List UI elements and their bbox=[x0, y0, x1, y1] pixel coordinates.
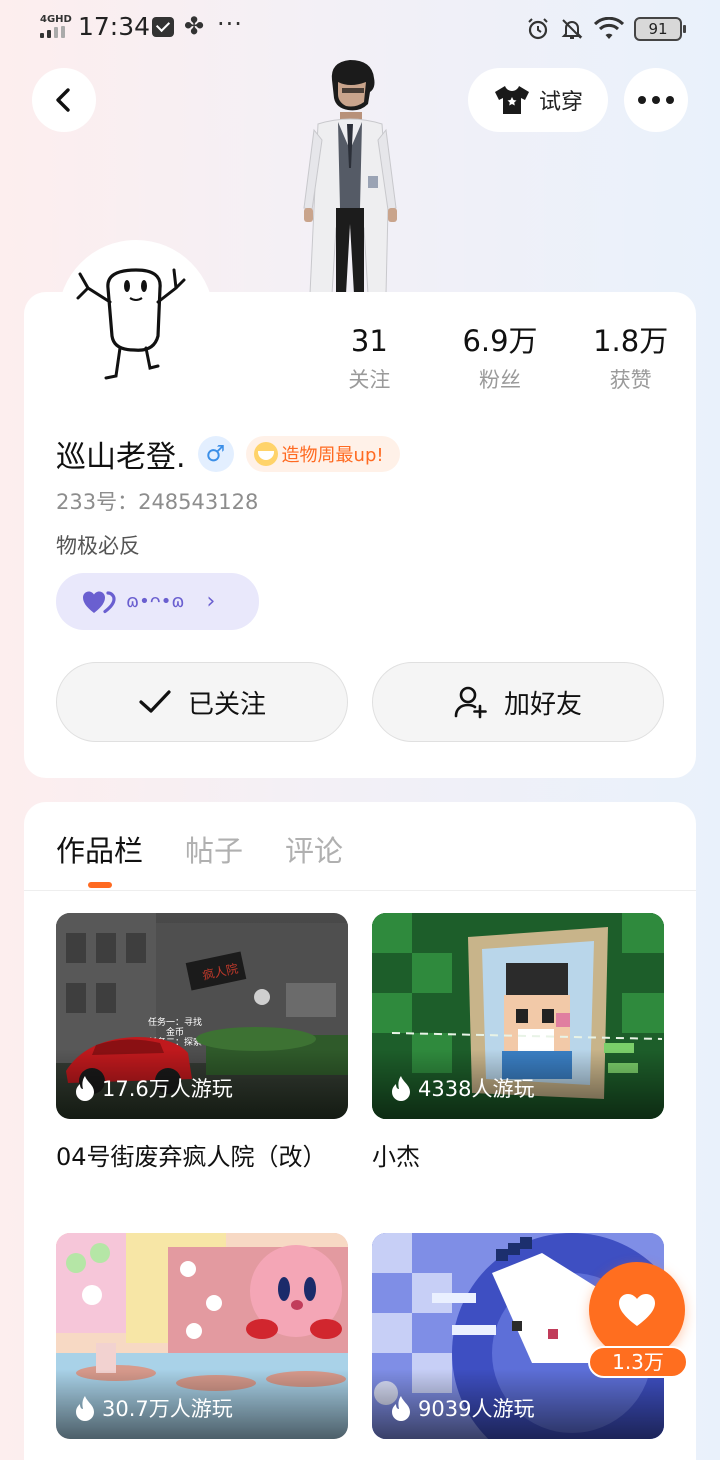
thumb-task-1: 任务一：寻找 bbox=[148, 1016, 202, 1028]
action-buttons: 已关注 加好友 bbox=[56, 662, 664, 742]
like-count: 1.3万 bbox=[588, 1346, 688, 1378]
try-on-label: 试穿 bbox=[538, 90, 583, 115]
play-count-text: 4338人游玩 bbox=[418, 1077, 535, 1101]
work-item[interactable]: 30.7万人游玩 bbox=[56, 1233, 348, 1439]
username-row: 巡山老登. ♂ 造物周最up! bbox=[56, 432, 400, 476]
back-button[interactable] bbox=[32, 68, 96, 132]
like-circle[interactable] bbox=[589, 1262, 685, 1358]
add-friend-label: 加好友 bbox=[503, 689, 582, 720]
double-heart-icon bbox=[83, 590, 116, 613]
username: 巡山老登. bbox=[56, 440, 186, 475]
likes-count: 1.8万 bbox=[593, 324, 669, 358]
heart-icon bbox=[619, 1294, 655, 1326]
play-count-text: 17.6万人游玩 bbox=[102, 1077, 233, 1101]
profile-tabs: 作品栏 帖子 评论 bbox=[56, 828, 343, 870]
tab-comments[interactable]: 评论 bbox=[285, 828, 343, 870]
try-on-button[interactable]: 试穿 bbox=[468, 68, 608, 132]
more-notifications-indicator: ··· bbox=[217, 10, 243, 38]
following-count: 31 bbox=[350, 324, 388, 358]
wifi-icon bbox=[594, 17, 624, 39]
check-icon bbox=[139, 690, 171, 713]
play-count-text: 30.7万人游玩 bbox=[102, 1397, 233, 1421]
alarm-icon bbox=[528, 18, 548, 40]
emote-text: ɷ•ᴖ•ɷ bbox=[126, 591, 185, 612]
followed-button[interactable]: 已关注 bbox=[56, 662, 348, 742]
work-item[interactable]: 4338人游玩 小杰 bbox=[372, 913, 664, 1173]
fans-count: 6.9万 bbox=[462, 324, 538, 358]
floating-like-button[interactable]: 1.3万 bbox=[588, 1262, 688, 1382]
notification-app-icon bbox=[152, 17, 174, 37]
followed-label: 已关注 bbox=[187, 689, 266, 720]
flame-icon bbox=[392, 1396, 410, 1421]
award-badge-label: 造物周最up! bbox=[281, 445, 384, 466]
tshirt-icon bbox=[494, 86, 529, 114]
play-count: 4338人游玩 bbox=[390, 1073, 534, 1103]
award-face-icon bbox=[253, 442, 278, 466]
pinwheel-icon: ✤ bbox=[184, 12, 205, 40]
avatar-doodle bbox=[76, 268, 186, 380]
play-count-text: 9039人游玩 bbox=[418, 1397, 535, 1421]
character-model bbox=[303, 60, 397, 295]
male-icon: ♂ bbox=[197, 436, 234, 472]
chevron-right-icon: › bbox=[206, 589, 216, 614]
user-id: 233号：248543128 bbox=[56, 490, 259, 514]
more-options-button[interactable] bbox=[624, 68, 688, 132]
more-dots-icon bbox=[638, 96, 674, 104]
following-label: 关注 bbox=[348, 368, 391, 392]
tabs-divider bbox=[24, 890, 696, 891]
work-thumbnail: 30.7万人游玩 bbox=[56, 1233, 348, 1439]
thumb-task-2: 金币 bbox=[166, 1026, 184, 1038]
add-user-icon bbox=[454, 686, 487, 719]
work-title: 04号街废弃疯人院（改） bbox=[56, 1143, 327, 1171]
battery-indicator: 91 bbox=[634, 17, 686, 41]
work-title: 小杰 bbox=[372, 1143, 420, 1171]
tab-works[interactable]: 作品栏 bbox=[56, 828, 143, 870]
work-item[interactable]: 疯人院 任务一：寻找 金币 任务二：探索 17.6万人游玩 04号街废弃疯人院（… bbox=[56, 913, 348, 1173]
status-time: 17:34 bbox=[78, 12, 151, 41]
flame-icon bbox=[76, 1076, 94, 1101]
likes-stat[interactable]: 1.8万 获赞 bbox=[565, 322, 696, 394]
play-count: 30.7万人游玩 bbox=[74, 1393, 233, 1423]
award-badge[interactable]: 造物周最up! bbox=[245, 436, 400, 472]
active-tab-indicator bbox=[88, 882, 112, 888]
work-thumbnail: 4338人游玩 bbox=[372, 913, 664, 1119]
tab-posts[interactable]: 帖子 bbox=[185, 828, 243, 870]
signal-icon bbox=[40, 26, 70, 38]
following-stat[interactable]: 31 关注 bbox=[304, 322, 435, 394]
status-bar: 4GHD 17:34 ✤ ··· 91 bbox=[0, 0, 720, 58]
flame-icon bbox=[392, 1076, 410, 1101]
add-friend-button[interactable]: 加好友 bbox=[372, 662, 664, 742]
fans-label: 粉丝 bbox=[479, 368, 521, 392]
likes-label: 获赞 bbox=[609, 368, 652, 392]
avatar[interactable] bbox=[58, 240, 214, 396]
user-bio: 物极必反 bbox=[56, 534, 140, 558]
emote-pill[interactable]: ɷ•ᴖ•ɷ › bbox=[56, 573, 259, 630]
work-thumbnail: 疯人院 任务一：寻找 金币 任务二：探索 17.6万人游玩 bbox=[56, 913, 348, 1119]
play-count: 9039人游玩 bbox=[390, 1393, 534, 1423]
fans-stat[interactable]: 6.9万 粉丝 bbox=[435, 322, 566, 394]
play-count: 17.6万人游玩 bbox=[74, 1073, 233, 1103]
network-type: 4GHD bbox=[40, 14, 72, 25]
flame-icon bbox=[76, 1396, 94, 1421]
chevron-left-icon bbox=[56, 88, 70, 112]
profile-stats: 31 关注 6.9万 粉丝 1.8万 获赞 bbox=[304, 322, 696, 394]
mute-bell-icon bbox=[561, 19, 583, 39]
